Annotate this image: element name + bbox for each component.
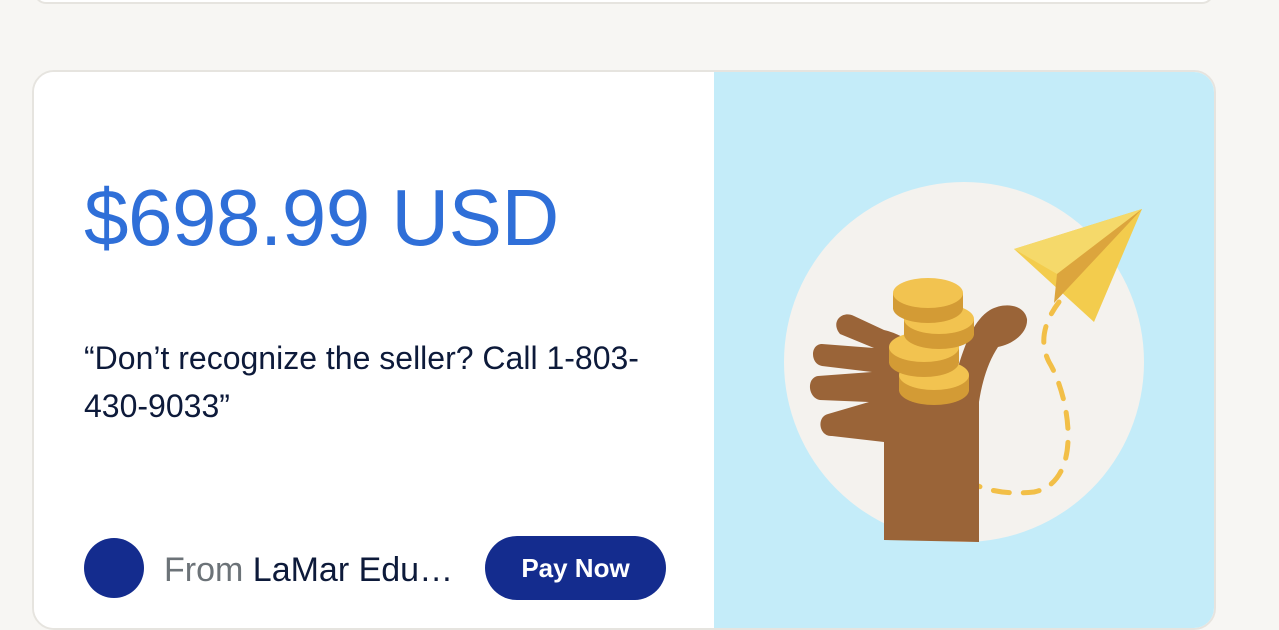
invoice-amount: $698.99 USD bbox=[84, 173, 559, 262]
pay-now-button[interactable]: Pay Now bbox=[485, 536, 666, 600]
from-seller-text: From LaMar Edu… bbox=[164, 550, 470, 590]
previous-card-edge bbox=[34, 0, 1214, 4]
from-label: From bbox=[164, 551, 244, 589]
coins-icon bbox=[889, 278, 974, 405]
invoice-card: $698.99 USD “Don’t recognize the seller?… bbox=[32, 70, 1216, 630]
seller-note: “Don’t recognize the seller? Call 1-803-… bbox=[84, 340, 639, 424]
seller-name: LaMar Edu… bbox=[252, 551, 454, 589]
hand-coins-paper-plane-illustration bbox=[784, 182, 1144, 542]
invoice-details: $698.99 USD “Don’t recognize the seller?… bbox=[34, 72, 714, 628]
illustration-panel bbox=[714, 72, 1214, 628]
avatar bbox=[84, 538, 144, 598]
seller-row: From LaMar Edu… Pay Now bbox=[84, 536, 684, 602]
